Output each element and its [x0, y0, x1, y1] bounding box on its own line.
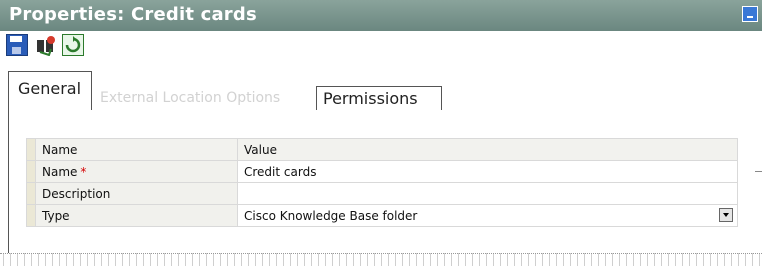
toolbar [0, 31, 762, 60]
property-name-cell: Description [35, 182, 238, 205]
property-name: Name [42, 164, 78, 179]
table-row: Type Cisco Knowledge Base folder [26, 204, 738, 227]
chevron-down-icon[interactable] [719, 207, 733, 222]
window-titlebar: Properties: Credit cards [0, 0, 762, 32]
row-gutter [26, 182, 36, 205]
table-row: Name * Credit cards [26, 160, 738, 183]
tab-permissions-label: Permissions [323, 89, 418, 108]
property-name-cell: Type [35, 204, 238, 227]
name-value-field[interactable]: Credit cards [237, 160, 738, 183]
tab-permissions[interactable]: Permissions [316, 86, 442, 110]
property-name-cell: Name * [35, 160, 238, 183]
type-select-wrap: Cisco Knowledge Base folder [244, 207, 733, 223]
properties-grid: Name Value Name * Credit cards Descriptio… [26, 138, 738, 227]
row-gutter [26, 138, 36, 161]
refresh-icon[interactable] [62, 34, 84, 56]
tab-general[interactable]: General [8, 71, 92, 110]
save-icon[interactable] [6, 34, 28, 56]
row-gutter [26, 160, 36, 183]
row-gutter [26, 204, 36, 227]
search-replace-icon[interactable] [35, 34, 57, 57]
minimize-icon[interactable] [742, 6, 758, 22]
tab-general-label: General [18, 79, 82, 98]
tab-external-location-options: External Location Options [100, 90, 281, 106]
tab-strip: General External Location Options Permis… [0, 62, 762, 172]
column-header-name: Name [35, 138, 238, 161]
description-value-field[interactable] [237, 182, 738, 205]
column-header-value: Value [237, 138, 738, 161]
table-row: Description [26, 182, 738, 205]
required-marker: * [80, 164, 87, 179]
type-select[interactable]: Cisco Knowledge Base folder [237, 204, 738, 227]
type-select-value: Cisco Knowledge Base folder [244, 208, 418, 223]
window-title: Properties: Credit cards [9, 4, 257, 25]
torn-edge [0, 253, 762, 266]
grid-header-row: Name Value [26, 138, 738, 161]
